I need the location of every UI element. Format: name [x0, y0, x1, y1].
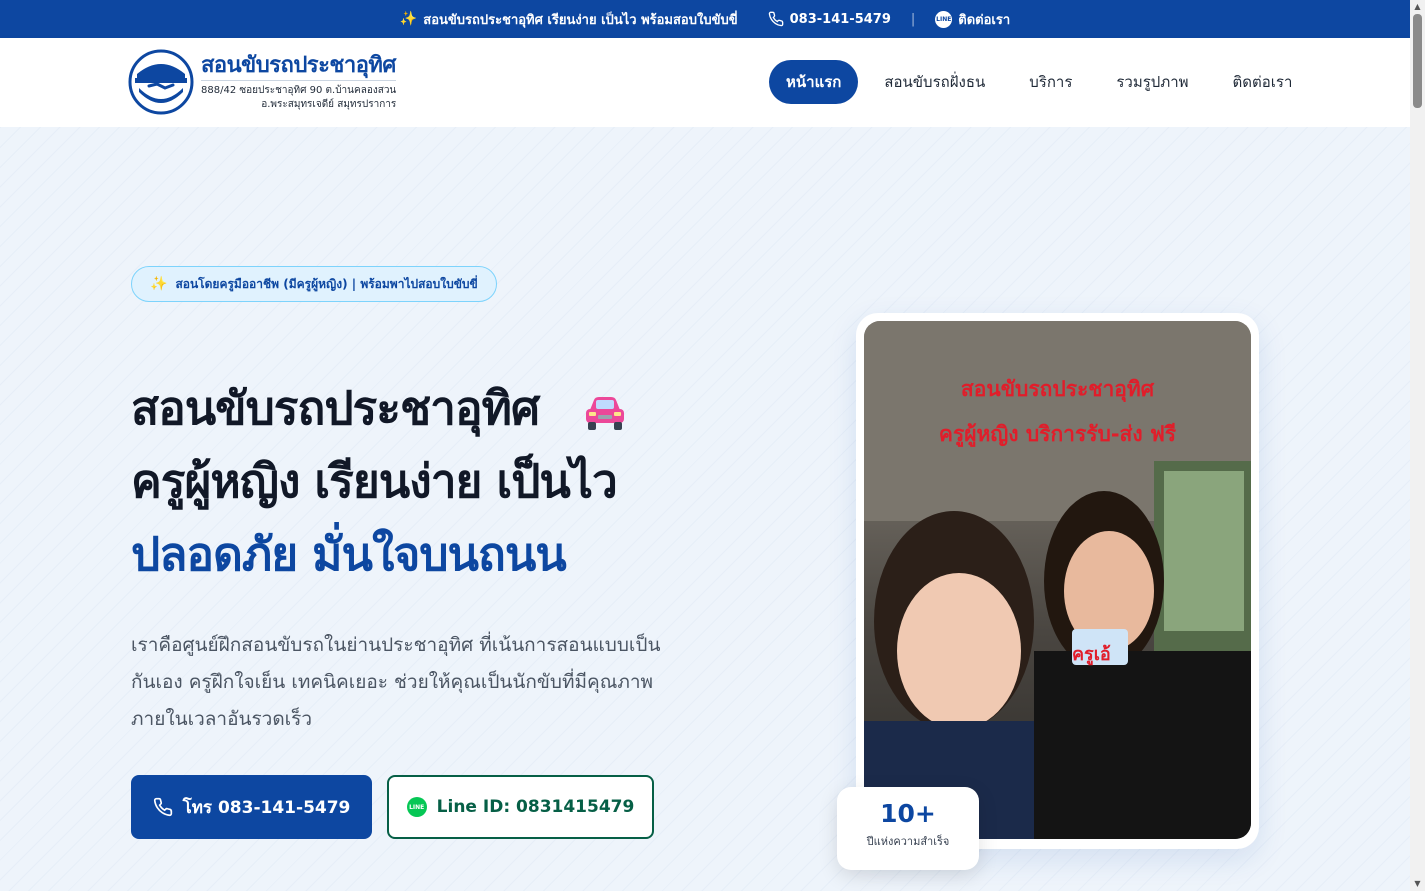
sparkle-icon: ✨ [150, 276, 168, 292]
line-icon: LINE [935, 10, 953, 28]
separator: | [910, 11, 916, 27]
nav-item-gallery[interactable]: รวมรูปภาพ [1098, 60, 1206, 104]
nav-item-thonburi[interactable]: สอนขับรถฝั่งธน [866, 60, 1003, 104]
call-button-label: โทร 083-141-5479 [182, 797, 351, 818]
phone-icon [153, 797, 172, 817]
hero-title-line1: สอนขับรถประชาอุทิศ [131, 372, 628, 445]
hero-title: สอนขับรถประชาอุทิศ ครูผู้หญิง เรียนง่าย … [131, 372, 628, 591]
logo-emblem-icon [128, 49, 194, 115]
hero-photo-frame: สอนขับรถประชาอุทิศ ครูผู้หญิง บริการรับ-… [856, 313, 1259, 849]
hero-badge-text: สอนโดยครูมืออาชีพ (มีครูผู้หญิง) | พร้อม… [175, 276, 478, 291]
logo-name: สอนขับรถประชาอุทิศ [201, 53, 396, 78]
sparkle-icon: ✨ [399, 11, 418, 27]
page-scrollbar[interactable]: ▲ ▼ [1410, 0, 1425, 891]
hero-title-line2: ครูผู้หญิง เรียนง่าย เป็นไว [131, 454, 618, 508]
line-button-label: Line ID: 0831415479 [436, 797, 635, 817]
hero-photo: สอนขับรถประชาอุทิศ ครูผู้หญิง บริการรับ-… [864, 321, 1251, 839]
hero-badge: ✨ สอนโดยครูมืออาชีพ (มีครูผู้หญิง) | พร้… [131, 266, 497, 302]
site-logo[interactable]: สอนขับรถประชาอุทิศ 888/42 ซอยประชาอุทิศ … [127, 48, 396, 116]
scroll-up-icon[interactable]: ▲ [1413, 2, 1422, 12]
line-button[interactable]: LINE Line ID: 0831415479 [387, 775, 654, 839]
top-announcement-bar: ✨ สอนขับรถประชาอุทิศ เรียนง่าย เป็นไว พร… [0, 0, 1410, 38]
scroll-thumb[interactable] [1413, 14, 1422, 108]
promo-text: สอนขับรถประชาอุทิศ เรียนง่าย เป็นไว พร้อ… [423, 12, 738, 28]
logo-text-block: สอนขับรถประชาอุทิศ 888/42 ซอยประชาอุทิศ … [201, 52, 396, 112]
topbar-phone-link[interactable]: 083-141-5479 [768, 11, 891, 27]
hero-section: ✨ สอนโดยครูมืออาชีพ (มีครูผู้หญิง) | พร้… [0, 127, 1410, 891]
main-navbar: สอนขับรถประชาอุทิศ 888/42 ซอยประชาอุทิศ … [0, 38, 1410, 127]
stat-number: 10+ [880, 799, 936, 828]
logo-address-line1: 888/42 ซอยประชาอุทิศ 90 ต.บ้านคลองสวน [201, 80, 397, 98]
nav-item-home[interactable]: หน้าแรก [769, 60, 859, 104]
call-button[interactable]: โทร 083-141-5479 [131, 775, 372, 839]
photo-caption-line2: ครูผู้หญิง บริการรับ-ส่ง ฟรี [938, 422, 1177, 446]
topbar-contact-link[interactable]: LINE ติดต่อเรา [935, 9, 1010, 30]
stat-label: ปีแห่งความสำเร็จ [866, 835, 950, 848]
nav-item-services[interactable]: บริการ [1011, 60, 1090, 104]
topbar-phone-text: 083-141-5479 [789, 11, 891, 27]
photo-caption-line1: สอนขับรถประชาอุทิศ [960, 377, 1155, 401]
scroll-down-icon[interactable]: ▼ [1413, 879, 1422, 889]
hero-description: เราคือศูนย์ฝึกสอนขับรถในย่านประชาอุทิศ ท… [131, 634, 661, 730]
nav-item-contact[interactable]: ติดต่อเรา [1215, 60, 1311, 104]
experience-stat-card: 10+ ปีแห่งความสำเร็จ [837, 787, 979, 870]
promo-text-item: ✨ สอนขับรถประชาอุทิศ เรียนง่าย เป็นไว พร… [400, 9, 738, 30]
hero-title-line3: ปลอดภัย มั่นใจบนถนน [131, 527, 567, 581]
logo-address-line2: อ.พระสมุทรเจดีย์ สมุทรปราการ [261, 99, 397, 110]
hero-title-line1-text: สอนขับรถประชาอุทิศ [131, 381, 540, 435]
phone-icon [768, 11, 783, 27]
nav-menu: หน้าแรก สอนขับรถฝั่งธน บริการ รวมรูปภาพ … [769, 60, 1310, 104]
license-card-text: ครูเอ้ [1072, 644, 1111, 665]
topbar-contact-text: ติดต่อเรา [958, 12, 1011, 28]
line-icon: LINE [406, 797, 427, 817]
car-icon [586, 396, 625, 430]
